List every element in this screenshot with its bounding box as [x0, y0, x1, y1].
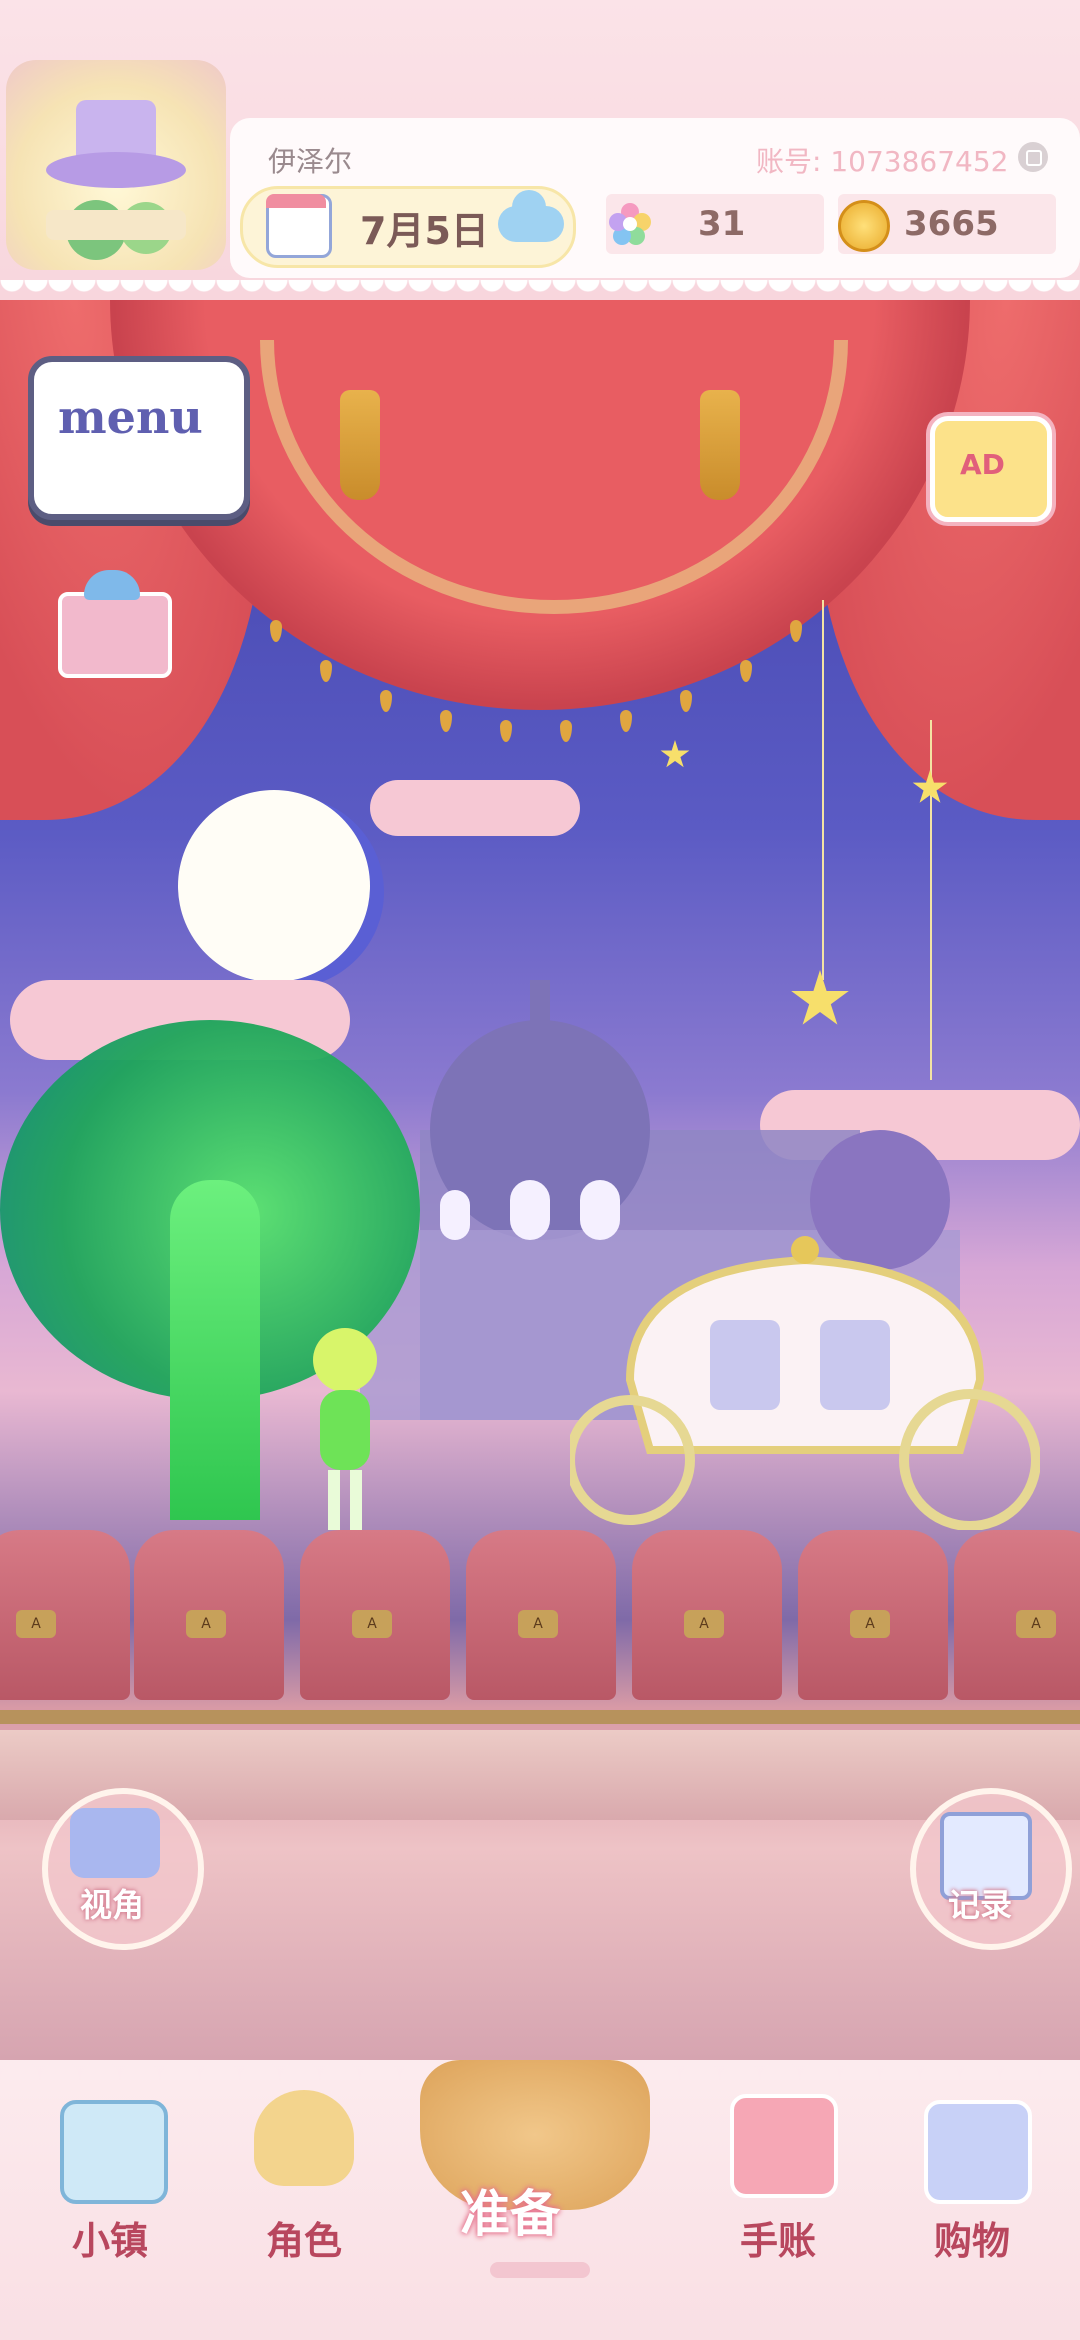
tree-trunk: [170, 1180, 260, 1520]
nav-item-town[interactable]: 小镇: [20, 2080, 200, 2280]
cloud: [370, 780, 580, 836]
nav-label-character: 角色: [265, 2219, 342, 2263]
camera-icon: [70, 1808, 160, 1878]
character-icon: [254, 2090, 354, 2186]
player-character[interactable]: [290, 1320, 400, 1540]
nav-item-shopping[interactable]: 购物: [882, 2080, 1062, 2280]
fringe-drop: [740, 660, 752, 682]
player-name: 伊泽尔: [268, 145, 353, 178]
fringe-drop: [380, 690, 392, 712]
seat-badge: A: [16, 1610, 56, 1638]
fringe-drop: [270, 620, 282, 642]
nav-item-character[interactable]: 角色: [214, 2080, 394, 2280]
record-label: 记录: [948, 1886, 1013, 1924]
fringe-drop: [790, 620, 802, 642]
fringe-drop: [500, 720, 512, 742]
star-string: [822, 600, 824, 980]
rainbow-gem-icon: [608, 202, 652, 246]
seat-rail: [0, 1710, 1080, 1724]
coin-value: 3665: [904, 204, 999, 244]
nav-label-journal: 手账: [739, 2219, 816, 2263]
map-icon: [60, 2100, 168, 2204]
seat-badge: A: [1016, 1610, 1056, 1638]
view-angle-label: 视角: [80, 1886, 145, 1924]
coin-icon: [838, 200, 890, 252]
calendar-icon: [266, 194, 332, 258]
menu-label: menu: [58, 390, 203, 444]
seat-badge: A: [518, 1610, 558, 1638]
notebook-icon: [730, 2094, 838, 2198]
account-id: 账号: 1073867452: [756, 145, 1009, 178]
seat-badge: A: [352, 1610, 392, 1638]
pumpkin-carriage: [570, 1236, 1040, 1530]
shopping-bag-icon: [924, 2100, 1032, 2204]
gem-value: 31: [698, 204, 746, 244]
weather-cloud-icon: [498, 190, 564, 242]
copy-icon[interactable]: [1018, 142, 1048, 172]
player-avatar[interactable]: [6, 60, 226, 270]
gift-icon: [58, 592, 172, 678]
home-indicator: [490, 2262, 590, 2278]
moon: [178, 790, 370, 982]
nav-item-journal[interactable]: 手账: [688, 2080, 868, 2280]
fringe-drop: [680, 690, 692, 712]
ad-label: AD: [960, 448, 1005, 481]
tassel-right: [700, 390, 740, 500]
fringe-drop: [620, 710, 632, 732]
hanging-star: [660, 740, 690, 768]
seat-badge: A: [684, 1610, 724, 1638]
current-date: 7月5日: [360, 209, 489, 253]
fringe-drop: [560, 720, 572, 742]
seat-badge: A: [186, 1610, 226, 1638]
nav-label-town: 小镇: [71, 2219, 148, 2263]
fringe-drop: [440, 710, 452, 732]
nav-label-prepare: 准备: [460, 2185, 560, 2243]
tassel-left: [340, 390, 380, 500]
nav-label-shopping: 购物: [933, 2219, 1010, 2263]
fringe-drop: [320, 660, 332, 682]
seat-badge: A: [850, 1610, 890, 1638]
